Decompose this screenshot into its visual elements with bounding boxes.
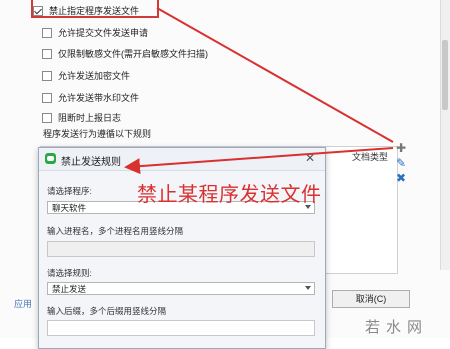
- close-icon[interactable]: ✕: [305, 151, 315, 165]
- chevron-down-icon: [305, 286, 311, 290]
- cross-icon[interactable]: ✖: [396, 172, 406, 184]
- program-select-value: 聊天软件: [52, 203, 87, 213]
- checkbox-report-log[interactable]: [42, 112, 52, 123]
- rule-caption: 程序发送行为遵循以下规则: [43, 129, 152, 139]
- suffix-label: 输入后缀，多个后缀用竖线分隔: [47, 306, 167, 316]
- option-allow-watermark[interactable]: 允许发送带水印文件: [42, 91, 139, 104]
- annotation-text: 禁止某程序发送文件: [137, 184, 322, 206]
- option-label: 阻断时上报日志: [58, 113, 122, 123]
- checkbox-allow-request[interactable]: [42, 27, 52, 38]
- checkbox-allow-watermark[interactable]: [42, 92, 52, 103]
- option-allow-encrypted[interactable]: 允许发送加密文件: [42, 69, 130, 82]
- suffix-input[interactable]: [47, 320, 315, 336]
- rule-select-value: 禁止发送: [52, 284, 87, 294]
- app-logo-icon: [45, 153, 56, 164]
- checkbox-sensitive-only[interactable]: [42, 48, 52, 59]
- option-label: 允许发送加密文件: [58, 71, 131, 81]
- program-label: 请选择程序:: [47, 186, 92, 196]
- watermark: 若水网: [365, 319, 429, 336]
- option-label: 允许提交文件发送申请: [58, 28, 149, 38]
- pencil-icon[interactable]: ✎: [396, 157, 406, 169]
- rule-label: 请选择规则:: [47, 268, 92, 278]
- plus-icon[interactable]: ✚: [396, 142, 406, 154]
- option-report-log[interactable]: 阻断时上报日志: [42, 111, 121, 124]
- option-label: 仅限制敏感文件(需开启敏感文件扫描): [58, 49, 208, 59]
- checkbox-allow-encrypted[interactable]: [42, 70, 52, 81]
- rule-select[interactable]: 禁止发送: [47, 282, 315, 295]
- doc-type-header: 文档类型: [352, 152, 389, 162]
- option-label: 允许发送带水印文件: [58, 93, 140, 103]
- option-sensitive-only[interactable]: 仅限制敏感文件(需开启敏感文件扫描): [42, 47, 208, 60]
- highlight-box: [31, 0, 159, 18]
- option-allow-request[interactable]: 允许提交文件发送申请: [42, 26, 148, 39]
- dialog-title: 禁止发送规则: [61, 157, 121, 168]
- process-input[interactable]: [47, 241, 315, 257]
- scrollbar-thumb[interactable]: [442, 40, 448, 110]
- cancel-button[interactable]: 取消(C): [332, 290, 410, 308]
- dialog-titlebar: 禁止发送规则 ✕: [39, 148, 325, 171]
- process-label: 输入进程名，多个进程名用竖线分隔: [47, 226, 184, 236]
- apply-link[interactable]: 应用: [14, 297, 32, 310]
